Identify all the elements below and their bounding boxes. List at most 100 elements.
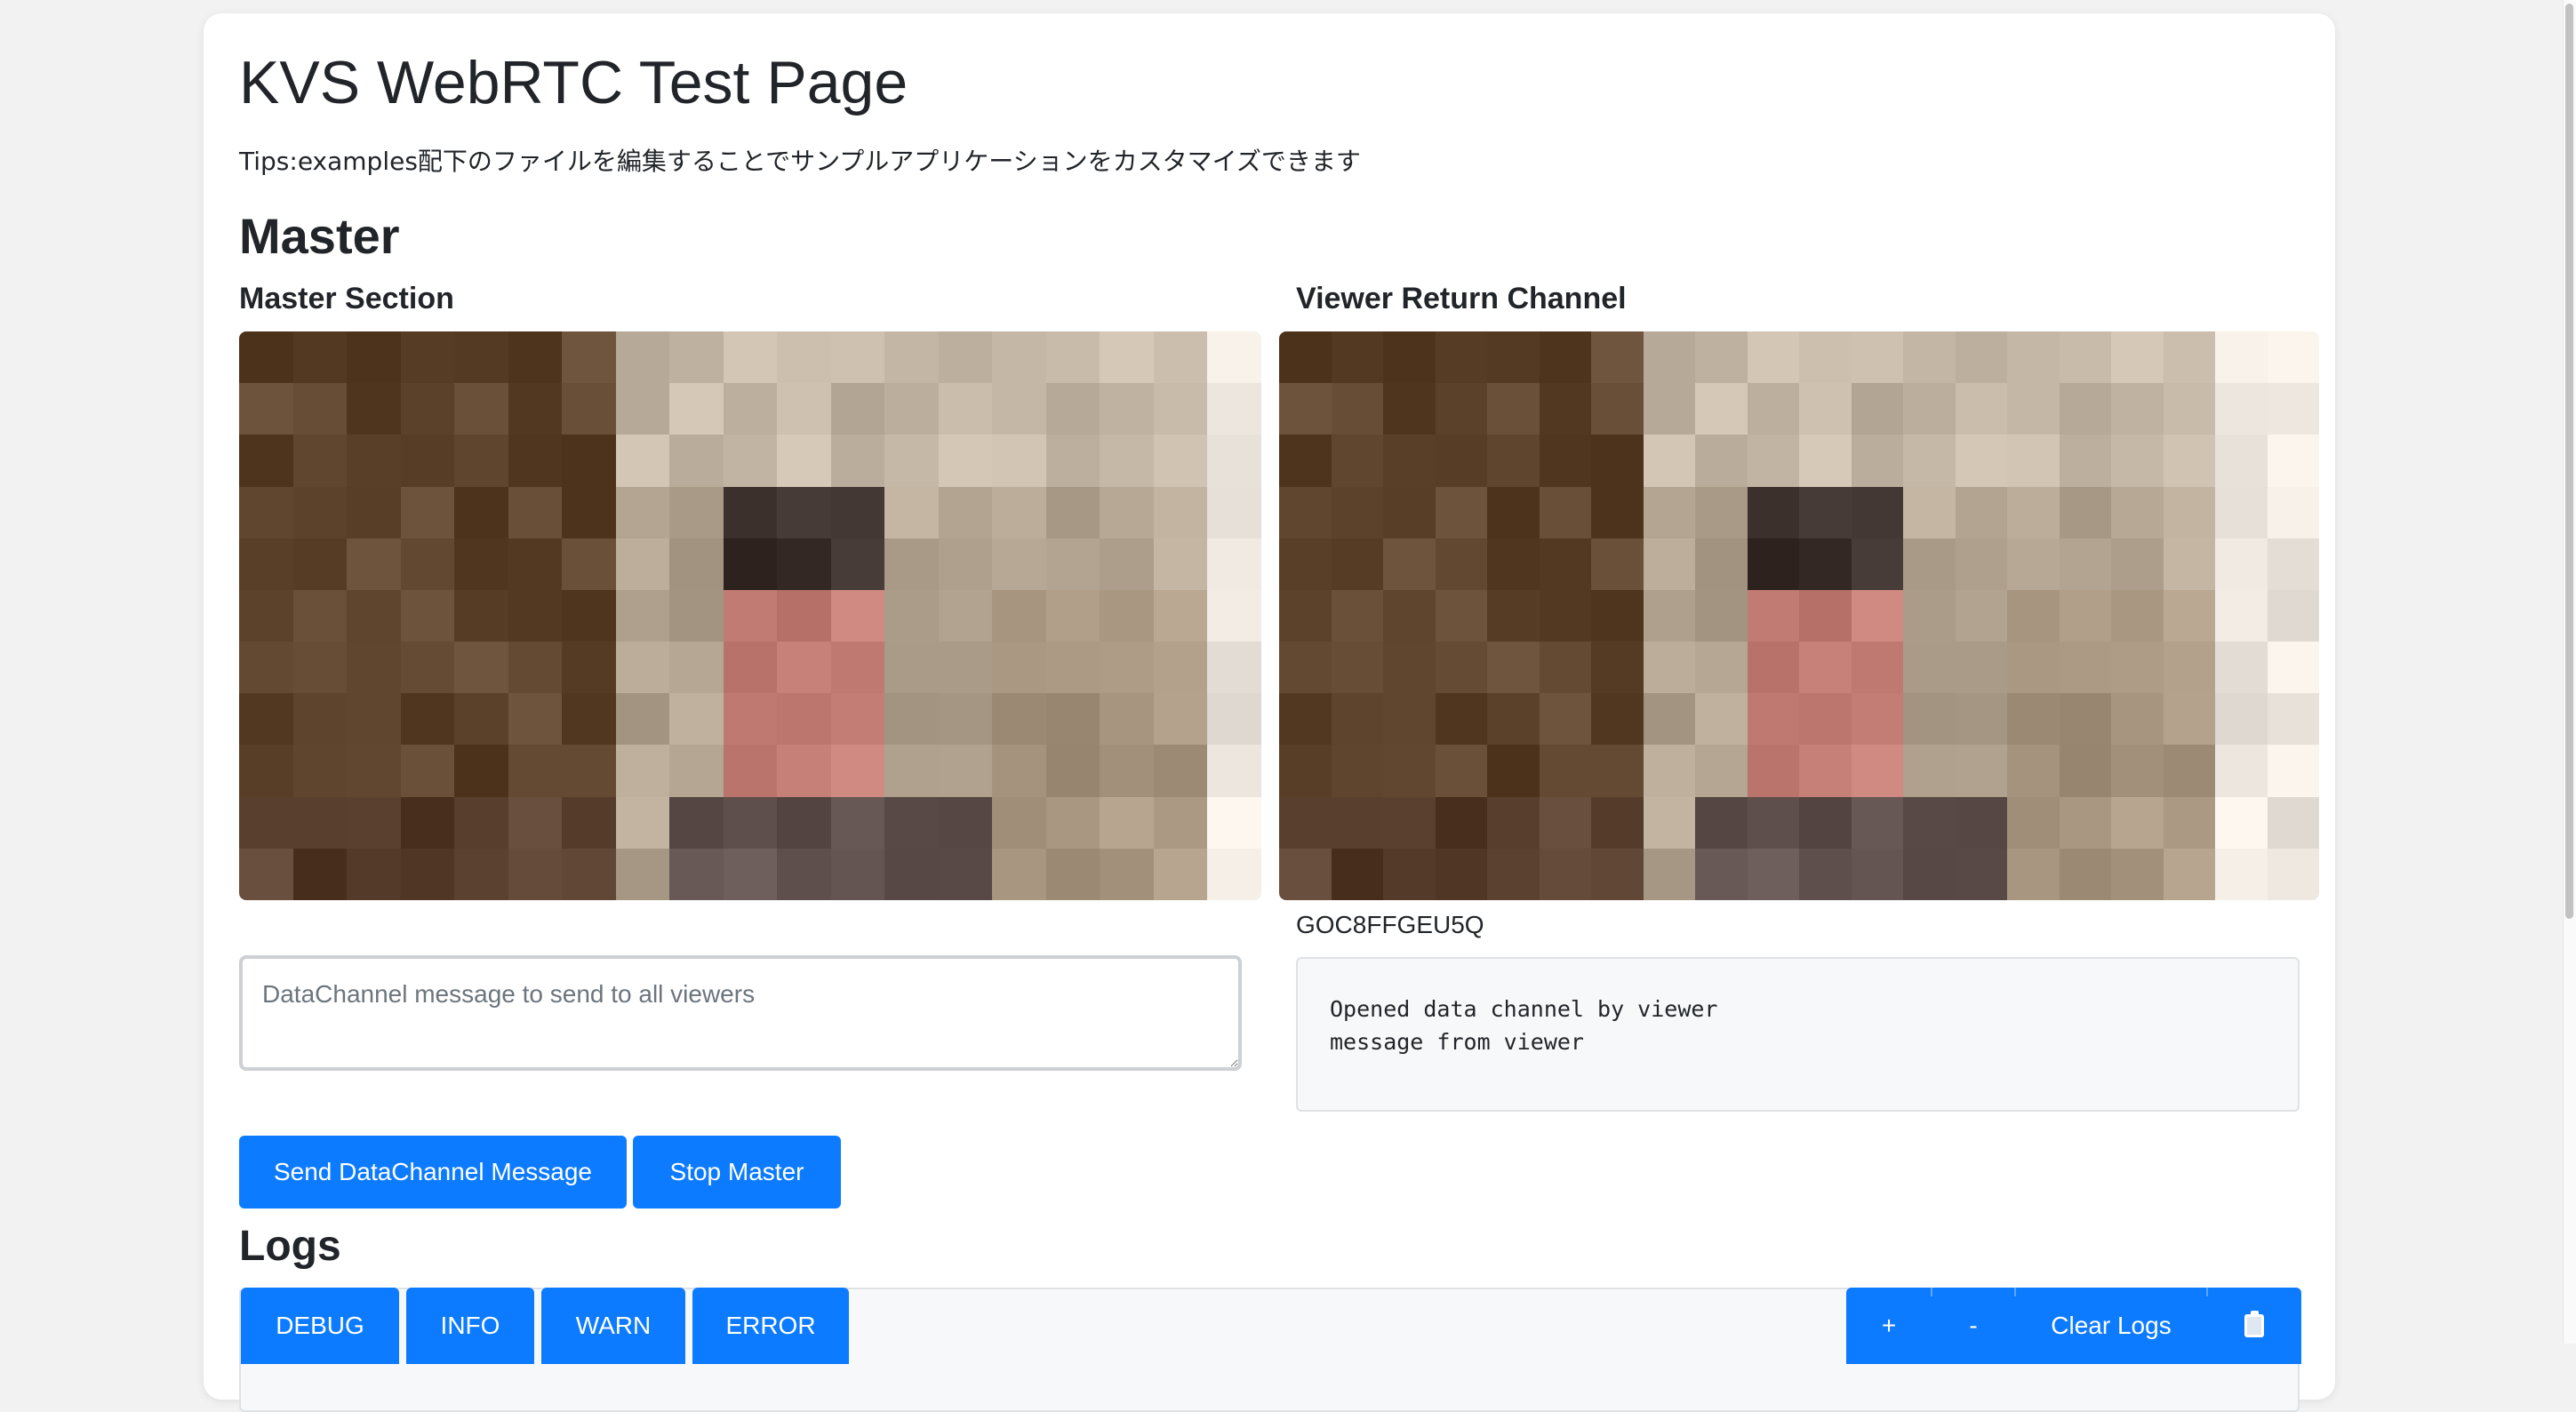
video-pixel [1383,642,1436,694]
video-pixel [2267,435,2319,487]
video-pixel [1851,589,1903,642]
video-pixel [239,383,293,435]
log-level-debug-button[interactable]: DEBUG [241,1288,399,1364]
video-pixel [1100,796,1154,849]
video-pixel [1955,486,2007,538]
datachannel-message-input[interactable] [239,955,1242,1071]
video-pixel [2215,848,2268,900]
log-level-error-button[interactable]: ERROR [692,1288,849,1364]
video-pixel [508,693,563,746]
video-pixel [992,589,1046,642]
video-pixel [1100,589,1154,642]
video-pixel [2111,331,2164,384]
video-pixel [454,796,508,849]
video-pixel [1487,538,1540,590]
video-pixel [938,538,993,590]
video-pixel [1799,848,1852,900]
video-pixel [1279,589,1332,642]
stop-master-button[interactable]: Stop Master [633,1136,841,1209]
video-pixel [723,331,778,384]
log-level-warn-button[interactable]: WARN [541,1288,685,1364]
video-pixel [400,693,455,746]
video-pixel [1955,745,2007,797]
video-pixel [1851,538,1903,590]
video-pixel [884,538,939,590]
video-pixel [615,589,670,642]
video-pixel [1279,693,1332,746]
video-pixel [1487,589,1540,642]
video-pixel [1279,848,1332,900]
video-pixel [1851,486,1903,538]
video-pixel [2059,331,2111,384]
video-pixel [1435,693,1487,746]
video-pixel [1851,796,1903,849]
video-pixel [938,435,993,487]
video-pixel [1207,745,1261,797]
video-pixel [830,693,885,746]
video-pixel [239,848,293,900]
video-pixel [1331,383,1383,435]
video-pixel [1539,435,1591,487]
video-pixel [1383,589,1436,642]
video-pixel [239,745,293,797]
video-pixel [938,745,993,797]
video-pixel [508,642,563,694]
video-pixel [508,486,563,538]
video-pixel [1955,331,2007,384]
video-pixel [1747,486,1799,538]
video-pixel [2267,848,2319,900]
video-pixel [777,589,831,642]
video-pixel [615,848,670,900]
video-pixel [938,642,993,694]
video-pixel [723,693,778,746]
video-pixel [884,693,939,746]
send-datachannel-message-button[interactable]: Send DataChannel Message [239,1136,627,1209]
video-pixel [1903,848,1956,900]
video-pixel [347,331,401,384]
video-pixel [1903,642,1956,694]
video-pixel [615,486,670,538]
video-pixel [615,642,670,694]
video-pixel [1100,383,1154,435]
log-level-info-button[interactable]: INFO [406,1288,534,1364]
clear-logs-button[interactable]: Clear Logs [2015,1288,2207,1364]
video-pixel [1383,435,1436,487]
video-pixel [723,486,778,538]
video-pixel [1643,848,1695,900]
video-pixel [2059,642,2111,694]
video-pixel [938,589,993,642]
video-pixel [1100,435,1154,487]
video-pixel [1331,589,1383,642]
page-scrollbar-thumb[interactable] [2565,4,2573,919]
video-pixel [2267,538,2319,590]
video-pixel [562,745,616,797]
video-pixel [884,486,939,538]
video-pixel [615,435,670,487]
video-pixel [1903,435,1956,487]
video-pixel [669,745,724,797]
toolbar-divider [1931,1288,1932,1296]
video-pixel [454,589,508,642]
increase-log-size-button[interactable]: + [1846,1288,1932,1364]
video-pixel [2267,331,2319,384]
video-pixel [454,435,508,487]
video-pixel [400,538,455,590]
video-pixel [723,435,778,487]
video-pixel [1487,331,1540,384]
video-pixel [669,642,724,694]
video-pixel [1045,745,1100,797]
video-pixel [1435,435,1487,487]
video-pixel [454,642,508,694]
video-pixel [347,538,401,590]
video-pixel [1045,693,1100,746]
decrease-log-size-button[interactable]: - [1932,1288,2015,1364]
video-pixel [1153,331,1208,384]
copy-logs-button[interactable] [2207,1288,2301,1364]
viewer-return-channel-title: Viewer Return Channel [1296,282,1627,315]
video-pixel [2007,693,2060,746]
video-pixel [669,486,724,538]
video-pixel [1207,538,1261,590]
video-pixel [1643,383,1695,435]
video-pixel [830,745,885,797]
video-pixel [454,331,508,384]
